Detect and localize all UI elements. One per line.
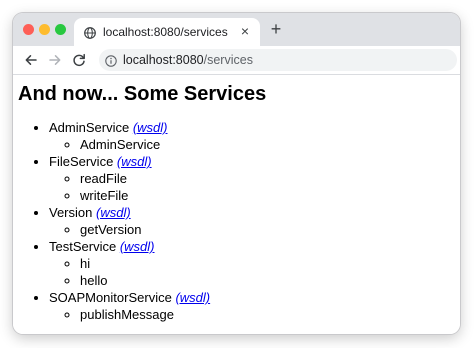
operation-item: getVersion	[80, 221, 210, 238]
operations-list: hihello	[49, 255, 210, 289]
service-item: AdminService (wsdl)AdminService	[49, 119, 210, 153]
operations-list: AdminService	[49, 136, 210, 153]
browser-window: localhost:8080/services × + localhost:80…	[13, 13, 460, 334]
address-bar[interactable]: localhost:8080/services	[99, 49, 457, 71]
operations-list: readFilewriteFile	[49, 170, 210, 204]
operation-item: publishMessage	[80, 306, 210, 323]
url-text[interactable]: localhost:8080/services	[123, 53, 253, 67]
tab-title: localhost:8080/services	[103, 25, 228, 39]
tab-strip: localhost:8080/services × +	[13, 13, 460, 46]
reload-icon[interactable]	[71, 52, 87, 68]
info-icon[interactable]	[105, 54, 117, 67]
globe-icon	[84, 26, 96, 39]
plus-icon[interactable]: +	[268, 20, 284, 38]
service-name: FileService	[49, 154, 114, 169]
service-item: TestService (wsdl)hihello	[49, 238, 210, 289]
service-item: Version (wsdl)getVersion	[49, 204, 210, 238]
operation-item: writeFile	[80, 187, 210, 204]
service-item: SOAPMonitorService (wsdl)publishMessage	[49, 289, 210, 323]
page-content: And now... Some Services AdminService (w…	[13, 75, 460, 334]
wsdl-link[interactable]: (wsdl)	[96, 205, 131, 220]
page-heading: And now... Some Services	[18, 83, 267, 105]
url-host: localhost:8080	[123, 53, 204, 67]
wsdl-link[interactable]: (wsdl)	[133, 120, 168, 135]
operations-list: publishMessage	[49, 306, 210, 323]
url-path: /services	[203, 53, 253, 67]
service-name: AdminService	[49, 120, 130, 135]
operation-item: hello	[80, 272, 210, 289]
close-icon[interactable]: ×	[238, 24, 252, 38]
service-name: TestService	[49, 239, 117, 254]
wsdl-link[interactable]: (wsdl)	[175, 290, 210, 305]
service-name: SOAPMonitorService	[49, 290, 172, 305]
forward-arrow-icon[interactable]	[47, 52, 63, 68]
back-arrow-icon[interactable]	[23, 52, 39, 68]
zoom-window-button[interactable]	[55, 24, 66, 35]
operations-list: getVersion	[49, 221, 210, 238]
service-name: Version	[49, 205, 93, 220]
service-item: FileService (wsdl)readFilewriteFile	[49, 153, 210, 204]
wsdl-link[interactable]: (wsdl)	[120, 239, 155, 254]
operation-item: readFile	[80, 170, 210, 187]
minimize-window-button[interactable]	[39, 24, 50, 35]
active-tab[interactable]: localhost:8080/services ×	[74, 18, 260, 46]
services-list: AdminService (wsdl)AdminServiceFileServi…	[13, 119, 210, 323]
wsdl-link[interactable]: (wsdl)	[117, 154, 152, 169]
operation-item: AdminService	[80, 136, 210, 153]
browser-toolbar: localhost:8080/services	[13, 46, 460, 75]
close-window-button[interactable]	[23, 24, 34, 35]
operation-item: hi	[80, 255, 210, 272]
